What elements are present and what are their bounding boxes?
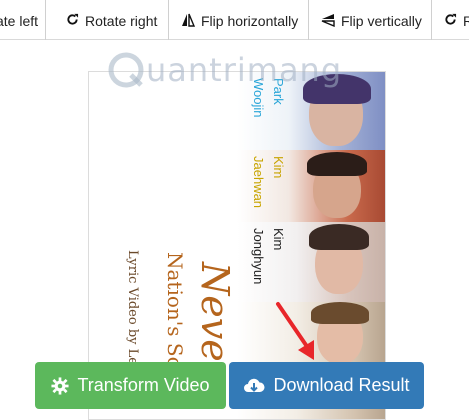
rotate-left-label: ate left <box>0 13 39 29</box>
flip-horizontally-button[interactable]: Flip horizontally <box>169 0 309 42</box>
cloud-download-icon <box>243 377 265 395</box>
flip-vertical-icon <box>321 13 335 30</box>
rotate-right-button[interactable]: Rotate right <box>46 0 169 42</box>
transform-video-label: Transform Video <box>77 375 210 395</box>
flip-horizontally-label: Flip horizontally <box>201 13 299 29</box>
flip-horizontal-icon <box>181 13 196 30</box>
member-name: Jonghyun <box>251 228 266 285</box>
member-name: Jaehwan <box>251 156 266 209</box>
pointer-arrow-icon <box>276 302 314 360</box>
download-result-label: Download Result <box>273 375 410 395</box>
flip-vertically-button[interactable]: Flip vertically <box>309 0 432 42</box>
watermark-logo-icon <box>108 52 144 88</box>
member-photo: Kim Jonghyun <box>237 222 385 302</box>
preview-subtitle: Nation's So <box>163 252 187 369</box>
preview-credit: Lyric Video by Lea <box>125 250 140 373</box>
member-name: Kim <box>271 156 286 179</box>
toolbar: ate left Rotate right Flip horizontally … <box>0 0 469 42</box>
gear-icon <box>51 376 70 395</box>
watermark: uantrimang <box>146 51 343 89</box>
member-name: Kim <box>271 228 286 251</box>
rotate-left-button[interactable]: ate left <box>0 0 46 42</box>
flip-vertically-label: Flip vertically <box>341 13 422 29</box>
transform-video-button[interactable]: Transform Video <box>35 362 226 409</box>
rotate-right-icon <box>66 13 79 29</box>
member-photo: Kim Jaehwan <box>237 150 385 222</box>
reset-icon <box>444 13 457 29</box>
download-result-button[interactable]: Download Result <box>229 362 424 409</box>
rotate-right-label: Rotate right <box>85 13 158 29</box>
reset-button[interactable]: R <box>432 0 469 42</box>
reset-label: R <box>463 13 469 29</box>
